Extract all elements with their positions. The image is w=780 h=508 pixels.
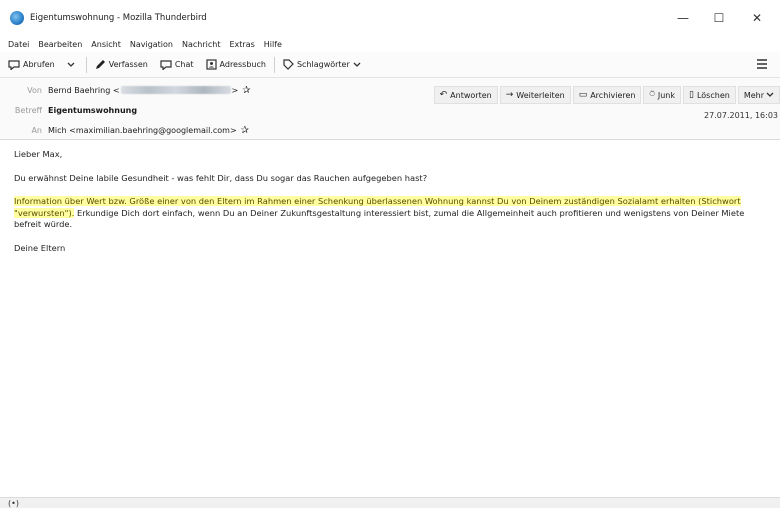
forward-button[interactable]: → Weiterleiten	[499, 86, 571, 104]
verfassen-label: Verfassen	[108, 60, 148, 69]
closing: Deine Eltern	[14, 242, 66, 253]
tag-icon	[283, 59, 294, 70]
menu-hilfe[interactable]: Hilfe	[264, 40, 282, 49]
chevron-down-icon	[766, 92, 774, 97]
to-row: An Mich <maximilian.baehring@googlemail.…	[0, 120, 780, 140]
toolbar-separator	[85, 56, 87, 73]
menu-navigation[interactable]: Navigation	[130, 40, 173, 49]
online-status-icon[interactable]: (•)	[8, 499, 19, 508]
star-icon[interactable]: ✰	[241, 125, 249, 136]
adressbuch-label: Adressbuch	[219, 60, 266, 69]
to-recipient[interactable]: Mich <maximilian.baehring@googlemail.com…	[48, 126, 237, 135]
minimize-button[interactable]: —	[666, 6, 700, 30]
from-label: Von	[27, 85, 42, 95]
chat-icon	[160, 59, 172, 70]
adressbuch-button[interactable]: Adressbuch	[205, 55, 266, 75]
maximize-button[interactable]: ☐	[702, 6, 736, 30]
address-book-icon	[205, 59, 217, 70]
archive-icon: ▭	[578, 90, 588, 100]
get-mail-icon	[8, 59, 20, 70]
main-toolbar: Abrufen Verfassen Chat Adressbuch Schlag…	[0, 52, 780, 78]
reply-label: Antworten	[450, 90, 492, 100]
trash-icon: ▯	[689, 90, 694, 100]
window-title: Eigentumswohnung - Mozilla Thunderbird	[30, 13, 207, 23]
abrufen-dropdown[interactable]	[67, 55, 78, 75]
chat-button[interactable]: Chat	[160, 55, 194, 75]
junk-label: Junk	[657, 90, 676, 100]
junk-button[interactable]: ⍥ Junk	[643, 86, 682, 104]
body-paragraph: Information über Wert bzw. Größe einer v…	[14, 196, 770, 231]
body-text: Erkundige Dich dort einfach, wenn Du an …	[14, 207, 745, 230]
chevron-down-icon	[67, 62, 75, 67]
more-button[interactable]: Mehr	[737, 86, 780, 104]
abrufen-button[interactable]: Abrufen	[8, 55, 55, 75]
archive-button[interactable]: ▭ Archivieren	[572, 86, 642, 104]
pen-icon	[95, 60, 105, 69]
forward-label: Weiterleiten	[516, 90, 565, 100]
menu-bearbeiten[interactable]: Bearbeiten	[38, 40, 82, 49]
app-menu-icon[interactable]	[756, 58, 768, 70]
forward-icon: →	[505, 90, 514, 100]
menu-extras[interactable]: Extras	[229, 40, 254, 49]
message-date: 27.07.2011, 16:03	[704, 111, 778, 120]
menu-nachricht[interactable]: Nachricht	[182, 40, 220, 49]
from-sender[interactable]: Bernd Baehring < >	[48, 86, 238, 95]
menu-ansicht[interactable]: Ansicht	[91, 40, 121, 49]
chat-label: Chat	[174, 60, 194, 69]
reply-icon: ↶	[439, 90, 448, 100]
close-button[interactable]: ✕	[740, 6, 774, 30]
redacted-email	[120, 86, 231, 94]
more-label: Mehr	[743, 90, 764, 100]
to-label: An	[31, 125, 42, 135]
star-icon[interactable]: ✰	[242, 85, 250, 96]
menu-datei[interactable]: Datei	[8, 40, 29, 49]
abrufen-label: Abrufen	[23, 60, 55, 69]
toolbar-separator	[273, 56, 275, 73]
reply-button[interactable]: ↶ Antworten	[433, 86, 498, 104]
message-body: Lieber Max, Du erwähnst Deine labile Ges…	[0, 141, 780, 497]
menu-bar: Datei Bearbeiten Ansicht Navigation Nach…	[0, 36, 780, 52]
delete-label: Löschen	[696, 90, 730, 100]
schlagwoerter-label: Schlagwörter	[296, 60, 350, 69]
message-actions: ↶ Antworten → Weiterleiten ▭ Archivieren…	[432, 86, 780, 104]
chevron-down-icon	[353, 62, 361, 67]
body-paragraph: Du erwähnst Deine labile Gesundheit - wa…	[14, 172, 428, 183]
subject-label: Betreff	[14, 105, 42, 115]
archive-label: Archivieren	[590, 90, 636, 100]
schlagwoerter-button[interactable]: Schlagwörter	[283, 55, 364, 75]
from-name: Bernd Baehring <	[48, 85, 120, 95]
status-bar: (•)	[0, 497, 780, 508]
thunderbird-icon	[10, 11, 24, 25]
junk-icon: ⍥	[649, 90, 655, 100]
title-bar: Eigentumswohnung - Mozilla Thunderbird —…	[0, 0, 780, 36]
verfassen-button[interactable]: Verfassen	[95, 55, 148, 75]
subject-value: Eigentumswohnung	[48, 105, 138, 115]
greeting: Lieber Max,	[14, 149, 63, 159]
from-suffix: >	[231, 85, 239, 95]
delete-button[interactable]: ▯ Löschen	[683, 86, 736, 104]
